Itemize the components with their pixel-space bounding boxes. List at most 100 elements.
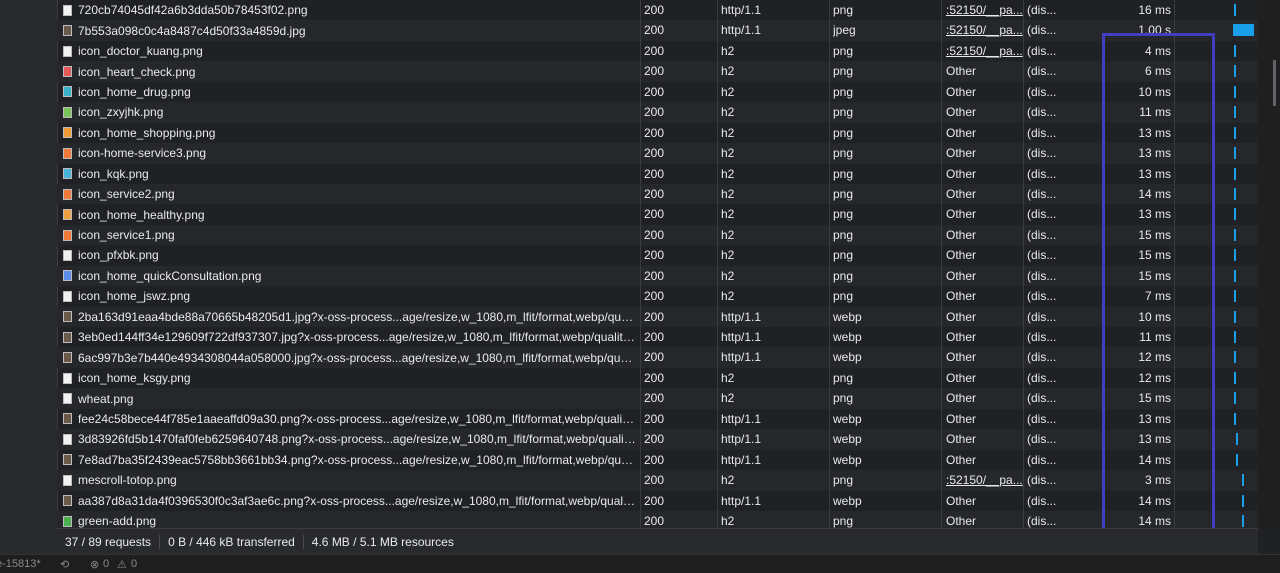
table-row[interactable]: 6ac997b3e7b440e4934308044a058000.jpg?x-o… (57, 347, 1258, 368)
photo-thumbnail-icon (63, 454, 72, 466)
request-name-cell[interactable]: 3eb0ed144ff34e129609f722df937307.jpg?x-o… (61, 327, 637, 347)
file-image-icon (63, 474, 72, 486)
table-row[interactable]: 720cb74045df42a6b3dda50b78453f02.png 200 h… (57, 0, 1258, 20)
request-name-cell[interactable]: icon_pfxbk.png (61, 245, 637, 265)
request-name-cell[interactable]: icon_heart_check.png (61, 61, 637, 81)
table-row[interactable]: icon_zxyjhk.png 200 h2 png Other (dis... 11 ms (57, 102, 1258, 123)
request-name-cell[interactable]: icon_home_shopping.png (61, 123, 637, 143)
file-tab-fragment: e-15813* (0, 558, 41, 570)
status-cell: 200 (644, 309, 665, 324)
initiator-cell[interactable]: :52150/__pa... (946, 0, 1026, 20)
protocol-cell: h2 (721, 84, 735, 99)
request-name-cell[interactable]: icon_home_jswz.png (61, 286, 637, 306)
request-name-cell[interactable]: 7e8ad7ba35f2439eac5758bb3661bb34.png?x-o… (61, 450, 637, 470)
initiator-cell: Other (946, 64, 977, 79)
table-row[interactable]: icon_home_drug.png 200 h2 png Other (dis... 10… (57, 82, 1258, 102)
request-name: 3eb0ed144ff34e129609f722df937307.jpg?x-o… (78, 330, 637, 345)
error-icon[interactable]: ⊗ (90, 558, 99, 571)
request-name-cell[interactable]: icon-home-service3.png (61, 143, 637, 163)
status-cell: 200 (644, 330, 665, 344)
column-divider[interactable] (941, 0, 942, 528)
request-name: 2ba163d91eaa4bde88a70665b48205d1.jpg?x-o… (78, 309, 637, 324)
request-name-cell[interactable]: icon_home_drug.png (61, 82, 637, 102)
table-row[interactable]: 7e8ad7ba35f2439eac5758bb3661bb34.png?x-o… (57, 450, 1258, 470)
scrollbar-thumb[interactable] (1273, 60, 1276, 106)
warning-count: 0 (131, 558, 138, 570)
waterfall-bar (1234, 85, 1236, 98)
table-row[interactable]: 3d83926fd5b1470faf0feb6259640748.png?x-o… (57, 429, 1258, 450)
table-row[interactable]: icon_heart_check.png 200 h2 png Other (dis...… (57, 61, 1258, 82)
protocol-cell: http/1.1 (721, 411, 762, 426)
type-cell: png (833, 43, 854, 58)
protocol-cell: h2 (721, 289, 735, 304)
table-row[interactable]: icon_home_quickConsultation.png 200 h2 png O… (57, 265, 1258, 287)
table-row[interactable]: icon_service1.png 200 h2 png Other (dis... 15 … (57, 224, 1258, 246)
status-cell: 200 (644, 493, 665, 508)
table-row[interactable]: mescroll-totop.png 200 h2 png:52150/__pa...… (57, 470, 1258, 491)
request-name-cell[interactable]: icon_home_healthy.png (61, 204, 637, 224)
request-name-cell[interactable]: mescroll-totop.png (61, 470, 637, 490)
table-row[interactable]: icon_doctor_kuang.png 200 h2 png:52150/__pa… (57, 41, 1258, 61)
table-row[interactable]: icon_kqk.png 200 h2 png Other (dis... 13 ms (57, 164, 1258, 184)
initiator-cell: Other (946, 105, 977, 120)
initiator-cell: Other (946, 268, 977, 283)
waterfall-bar (1234, 412, 1236, 425)
table-row[interactable]: icon_service2.png 200 h2 png Other (dis... 14 … (57, 183, 1258, 205)
column-divider[interactable] (1023, 0, 1024, 528)
waterfall-bar (1234, 290, 1236, 303)
column-divider[interactable] (717, 0, 718, 528)
column-divider[interactable] (640, 0, 641, 528)
bottom-status-bar: e-15813* ⟲ ⊗ 0 ⚠ 0 (0, 554, 1280, 573)
status-cell: 200 (644, 391, 665, 406)
table-row[interactable]: 3eb0ed144ff34e129609f722df937307.jpg?x-o… (57, 327, 1258, 347)
request-name-cell[interactable]: icon_service1.png (61, 225, 637, 245)
status-cell: 200 (644, 248, 665, 263)
request-name: icon_home_ksgy.png (78, 371, 191, 386)
initiator-cell[interactable]: :52150/__pa... (946, 41, 1026, 61)
type-cell: jpeg (833, 23, 856, 38)
table-row[interactable]: icon_home_shopping.png 200 h2 png Other (dis.… (57, 123, 1258, 143)
request-name-cell[interactable]: 7b553a098c0c4a8487c4d50f33a4859d.jpg (61, 20, 637, 40)
table-row[interactable]: wheat.png 200 h2 png Other (dis... 15 ms (57, 388, 1258, 409)
sync-icon[interactable]: ⟲ (60, 558, 69, 571)
table-row[interactable]: aa387d8a31da4f0396530f0c3af3ae6c.png?x-o… (57, 491, 1258, 511)
table-row[interactable]: icon_home_jswz.png 200 h2 png Other (dis... 7 … (57, 286, 1258, 306)
request-name: 7b553a098c0c4a8487c4d50f33a4859d.jpg (78, 23, 306, 38)
request-name-cell[interactable]: 6ac997b3e7b440e4934308044a058000.jpg?x-o… (61, 347, 637, 367)
request-name-cell[interactable]: icon_zxyjhk.png (61, 102, 637, 122)
request-name-cell[interactable]: 3d83926fd5b1470faf0feb6259640748.png?x-o… (61, 429, 637, 449)
table-row[interactable]: 7b553a098c0c4a8487c4d50f33a4859d.jpg 200 h… (57, 20, 1258, 41)
request-name: 7e8ad7ba35f2439eac5758bb3661bb34.png?x-o… (78, 452, 637, 467)
table-row[interactable]: 2ba163d91eaa4bde88a70665b48205d1.jpg?x-o… (57, 306, 1258, 327)
column-divider[interactable] (829, 0, 830, 528)
request-name-cell[interactable]: 2ba163d91eaa4bde88a70665b48205d1.jpg?x-o… (61, 307, 637, 327)
table-row[interactable]: icon_pfxbk.png 200 h2 png Other (dis... 15 ms (57, 245, 1258, 265)
table-row[interactable]: icon_home_healthy.png 200 h2 png Other (dis..… (57, 204, 1258, 224)
type-cell: png (833, 268, 854, 283)
initiator-cell[interactable]: :52150/__pa... (946, 20, 1026, 40)
table-row[interactable]: icon-home-service3.png 200 h2 png Other (dis.… (57, 143, 1258, 164)
initiator-cell[interactable]: :52150/__pa... (946, 470, 1026, 490)
protocol-cell: h2 (721, 248, 735, 263)
request-name-cell[interactable]: fee24c58bece44f785e1aaeaffd09a30.png?x-o… (61, 409, 637, 429)
protocol-cell: h2 (721, 268, 735, 283)
table-row[interactable]: icon_home_ksgy.png 200 h2 png Other (dis... 12… (57, 368, 1258, 388)
request-name-cell[interactable]: icon_kqk.png (61, 164, 637, 184)
request-name-cell[interactable]: wheat.png (61, 388, 637, 408)
request-name: icon_pfxbk.png (78, 248, 159, 263)
request-name-cell[interactable]: aa387d8a31da4f0396530f0c3af3ae6c.png?x-o… (61, 491, 637, 511)
waterfall-bar (1233, 24, 1254, 37)
waterfall-bar (1234, 310, 1236, 323)
table-row[interactable]: fee24c58bece44f785e1aaeaffd09a30.png?x-o… (57, 409, 1258, 429)
request-name-cell[interactable]: icon_home_ksgy.png (61, 368, 637, 388)
request-name-cell[interactable]: icon_doctor_kuang.png (61, 41, 637, 61)
vertical-scrollbar[interactable] (1258, 0, 1280, 528)
request-name-cell[interactable]: icon_service2.png (61, 184, 637, 204)
size-cell: (dis... (1027, 473, 1057, 488)
request-name-cell[interactable]: 720cb74045df42a6b3dda50b78453f02.png (61, 0, 637, 20)
waterfall-cell (1174, 0, 1258, 20)
tooth-icon (63, 168, 72, 180)
request-name-cell[interactable]: icon_home_quickConsultation.png (61, 266, 637, 286)
warning-icon[interactable]: ⚠ (117, 558, 127, 571)
service-icon (63, 229, 72, 241)
